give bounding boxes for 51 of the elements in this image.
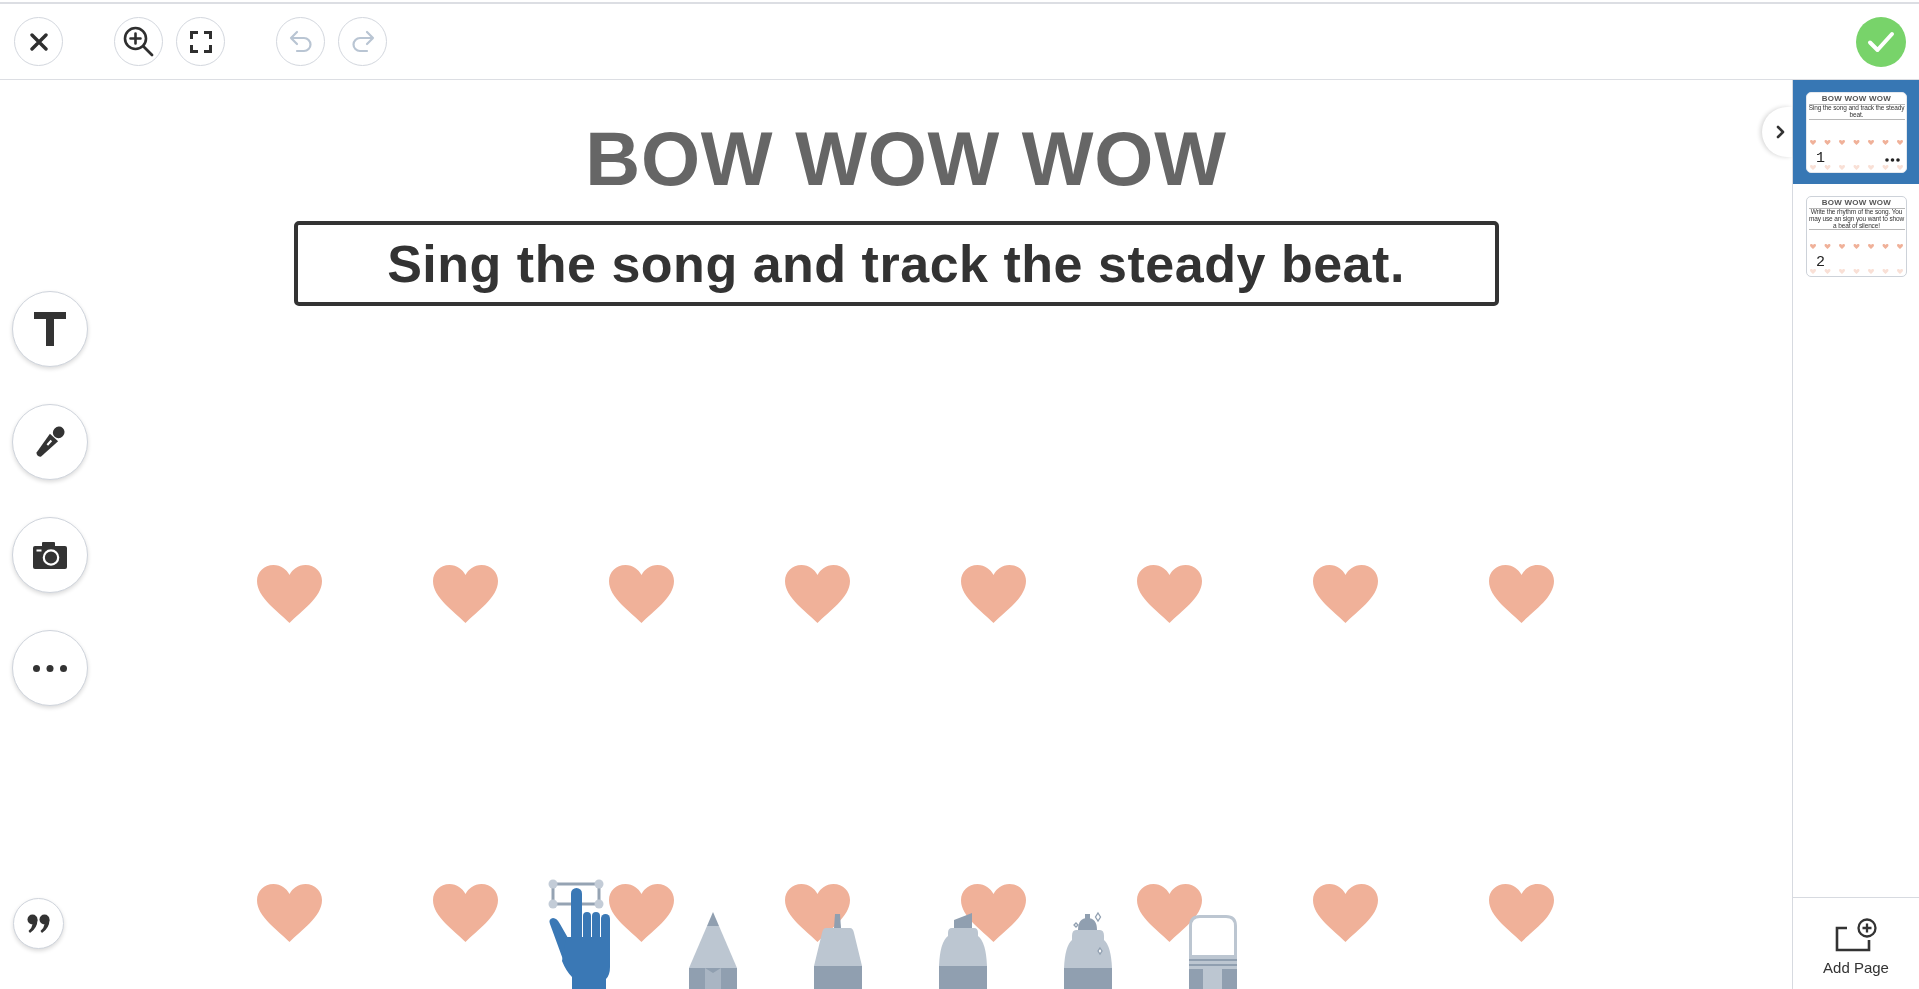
- page-plus-icon: [1835, 918, 1877, 952]
- heart-icon: [1489, 884, 1554, 942]
- heart-icon: [609, 884, 674, 942]
- page-title: BOW WOW WOW: [585, 121, 1227, 197]
- quote-icon: [26, 913, 51, 934]
- text-tool-button[interactable]: [12, 291, 88, 367]
- chevron-right-icon: [1775, 125, 1785, 139]
- highlighter-icon[interactable]: [939, 912, 987, 989]
- heart-icon: [1313, 884, 1378, 942]
- redo-icon: [349, 28, 376, 55]
- fullscreen-icon: [189, 30, 212, 53]
- pointing-hand-icon[interactable]: [548, 879, 612, 989]
- pencil-icon[interactable]: [689, 912, 737, 989]
- microphone-button[interactable]: [12, 404, 88, 480]
- page-number: 2: [1816, 255, 1825, 270]
- heart-icon: [1489, 565, 1554, 623]
- quote-button[interactable]: [13, 898, 64, 949]
- heart-icon: [257, 884, 322, 942]
- heart-icon: [961, 565, 1026, 623]
- undo-icon: [287, 28, 314, 55]
- heart-icon: [433, 884, 498, 942]
- heart-icon: [609, 565, 674, 623]
- more-button[interactable]: [12, 630, 88, 706]
- heart-icon: [433, 565, 498, 623]
- heart-icon: [1137, 565, 1202, 623]
- heart-icon: [1137, 884, 1202, 942]
- zoom-in-button[interactable]: [114, 17, 163, 66]
- heart-icon: [257, 565, 322, 623]
- close-icon: [29, 32, 48, 51]
- check-icon: [1867, 30, 1895, 53]
- zoom-in-icon: [123, 26, 154, 57]
- marker-icon[interactable]: [814, 912, 862, 989]
- more-dots-icon: [33, 664, 67, 672]
- fullscreen-button[interactable]: [176, 17, 225, 66]
- close-button[interactable]: [14, 17, 63, 66]
- heart-icon: [1313, 565, 1378, 623]
- thumbnail-title: BOW WOW WOW: [1821, 199, 1892, 207]
- instruction-banner: Sing the song and track the steady beat.: [293, 221, 1499, 306]
- heart-icon: [785, 565, 850, 623]
- page-number: 1: [1816, 151, 1825, 166]
- camera-icon: [33, 541, 67, 569]
- more-dots-icon[interactable]: [1885, 158, 1900, 162]
- thumbnail-title: BOW WOW WOW: [1821, 95, 1892, 103]
- collapse-panel-tab[interactable]: [1762, 107, 1792, 157]
- letter-t-icon: [34, 312, 66, 346]
- eraser-icon[interactable]: [1189, 915, 1237, 989]
- heart-icon: [961, 884, 1026, 942]
- camera-button[interactable]: [12, 517, 88, 593]
- heart-icon: [785, 884, 850, 942]
- add-page-button[interactable]: Add Page: [1793, 897, 1919, 989]
- microphone-icon: [33, 425, 67, 459]
